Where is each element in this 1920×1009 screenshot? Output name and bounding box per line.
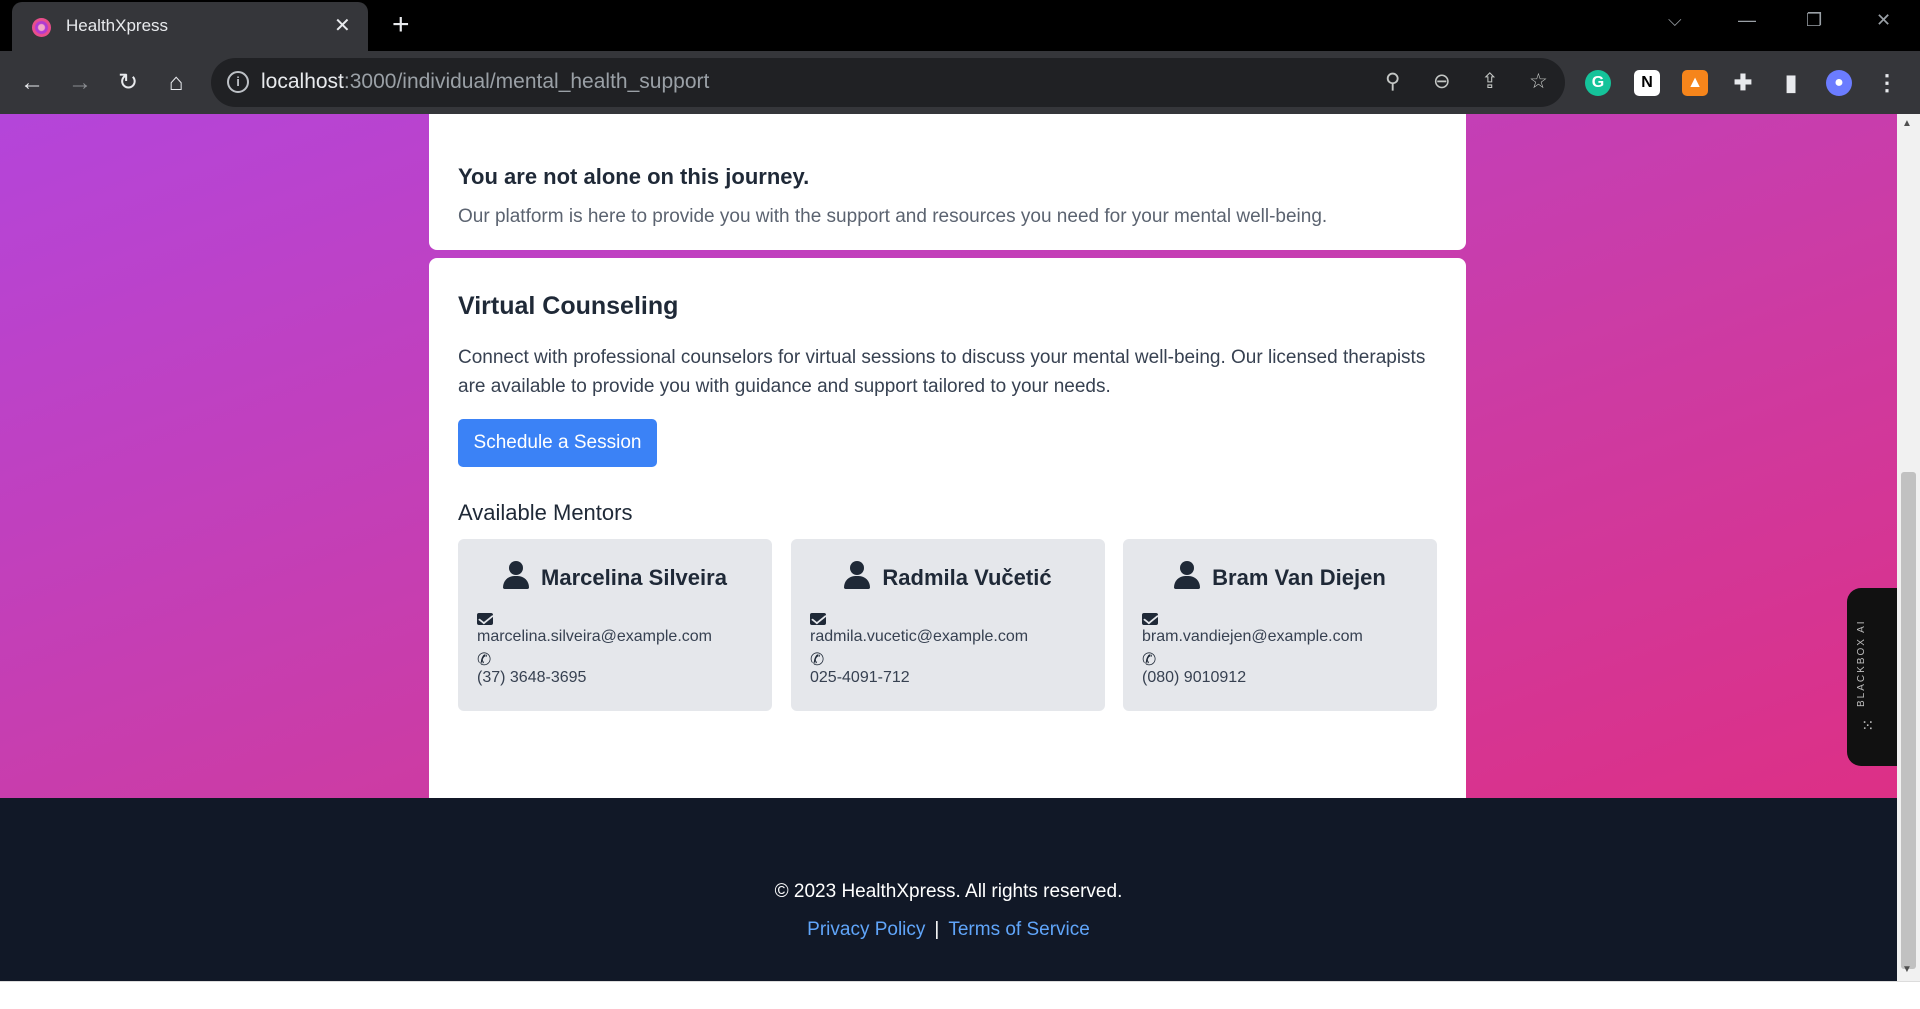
forward-icon[interactable]: → <box>62 65 98 101</box>
bookmark-star-icon[interactable]: ☆ <box>1529 69 1548 94</box>
browser-menu-icon[interactable]: ⋮ <box>1874 70 1900 96</box>
counseling-heading: Virtual Counseling <box>458 292 679 320</box>
browser-toolbar: ← → ↻ ⌂ i localhost:3000/individual/ment… <box>0 51 1920 114</box>
mentor-email[interactable]: radmila.vucetic@example.com <box>810 628 1028 646</box>
browser-tab[interactable]: HealthXpress ✕ <box>12 2 368 51</box>
mentor-phone[interactable]: 025-4091-712 <box>810 669 910 687</box>
blackbox-ai-widget[interactable]: BLACKBOX AI ⁙ <box>1847 588 1897 766</box>
notion-extension-icon[interactable]: N <box>1634 70 1660 96</box>
mentor-header: Marcelina Silveira <box>458 561 772 591</box>
site-info-icon[interactable]: i <box>227 71 249 93</box>
intro-heading: You are not alone on this journey. <box>458 164 810 189</box>
mentor-name: Marcelina Silveira <box>541 565 727 590</box>
mentor-card: Marcelina Silveira marcelina.silveira@ex… <box>458 539 772 711</box>
mentor-header: Radmila Vučetić <box>791 561 1105 591</box>
browser-tab-strip: HealthXpress ✕ + ⌵ — ❐ ✕ <box>0 0 1920 51</box>
mentor-header: Bram Van Diejen <box>1123 561 1437 591</box>
url-text[interactable]: localhost:3000/individual/mental_health_… <box>261 70 709 94</box>
back-icon[interactable]: ← <box>14 65 50 101</box>
scroll-down-icon[interactable]: ▼ <box>1902 964 1912 975</box>
scroll-thumb[interactable] <box>1901 472 1916 969</box>
mentor-card: Radmila Vučetić radmila.vucetic@example.… <box>791 539 1105 711</box>
restore-icon[interactable]: ❐ <box>1806 10 1822 31</box>
footer-separator: | <box>934 919 940 940</box>
window-close-icon[interactable]: ✕ <box>1876 10 1891 31</box>
share-icon[interactable]: ⇪ <box>1481 69 1499 94</box>
phone-icon: ✆ <box>477 650 492 669</box>
mentor-name: Radmila Vučetić <box>882 565 1052 590</box>
blackbox-label: BLACKBOX AI <box>1856 619 1867 707</box>
grammarly-extension-icon[interactable]: G <box>1585 70 1611 96</box>
phone-icon: ✆ <box>1142 650 1157 669</box>
zoom-icon[interactable]: ⊖ <box>1433 69 1451 94</box>
metamask-extension-icon[interactable]: ▲ <box>1682 70 1708 96</box>
envelope-icon <box>810 613 826 625</box>
intro-text: Our platform is here to provide you with… <box>458 206 1328 227</box>
user-icon <box>503 561 530 589</box>
copyright-text: © 2023 HealthXpress. All rights reserved… <box>774 881 1123 902</box>
counseling-text: Connect with professional counselors for… <box>458 347 1426 397</box>
mentor-name: Bram Van Diejen <box>1212 565 1386 590</box>
footer-links: Privacy Policy | Terms of Service <box>0 919 1897 941</box>
user-icon <box>1174 561 1201 589</box>
extensions-puzzle-icon[interactable]: ✚ <box>1730 70 1756 96</box>
side-panel-icon[interactable]: ▮ <box>1778 70 1804 96</box>
scroll-up-icon[interactable]: ▲ <box>1902 118 1912 129</box>
blackbox-logo-icon: ⁙ <box>1861 718 1875 735</box>
address-bar[interactable]: i localhost:3000/individual/mental_healt… <box>211 58 1565 107</box>
minimize-icon[interactable]: — <box>1738 10 1756 31</box>
privacy-policy-link[interactable]: Privacy Policy <box>807 919 925 940</box>
mentor-phone[interactable]: (080) 9010912 <box>1142 669 1246 687</box>
envelope-icon <box>1142 613 1158 625</box>
new-tab-button[interactable]: + <box>392 8 410 42</box>
home-icon[interactable]: ⌂ <box>158 65 194 101</box>
tab-search-icon[interactable]: ⌵ <box>1668 10 1682 31</box>
terms-of-service-link[interactable]: Terms of Service <box>948 919 1089 940</box>
mentor-phone[interactable]: (37) 3648-3695 <box>477 669 586 687</box>
mentor-email[interactable]: marcelina.silveira@example.com <box>477 628 712 646</box>
page-viewport: You are not alone on this journey. Our p… <box>0 114 1897 981</box>
mentors-heading: Available Mentors <box>458 500 633 525</box>
profile-avatar[interactable]: ● <box>1826 70 1852 96</box>
status-bar <box>0 981 1920 1009</box>
mentor-email[interactable]: bram.vandiejen@example.com <box>1142 628 1363 646</box>
envelope-icon <box>477 613 493 625</box>
favicon-icon <box>32 18 51 37</box>
tab-close-icon[interactable]: ✕ <box>334 14 351 38</box>
mentor-card: Bram Van Diejen bram.vandiejen@example.c… <box>1123 539 1437 711</box>
location-icon[interactable]: ⚲ <box>1385 69 1400 94</box>
user-icon <box>844 561 871 589</box>
schedule-session-button[interactable]: Schedule a Session <box>458 419 657 467</box>
tab-title: HealthXpress <box>66 16 169 35</box>
site-footer: © 2023 HealthXpress. All rights reserved… <box>0 798 1897 981</box>
phone-icon: ✆ <box>810 650 825 669</box>
page-scrollbar[interactable]: ▲ ▼ <box>1897 114 1920 981</box>
reload-icon[interactable]: ↻ <box>110 65 146 101</box>
